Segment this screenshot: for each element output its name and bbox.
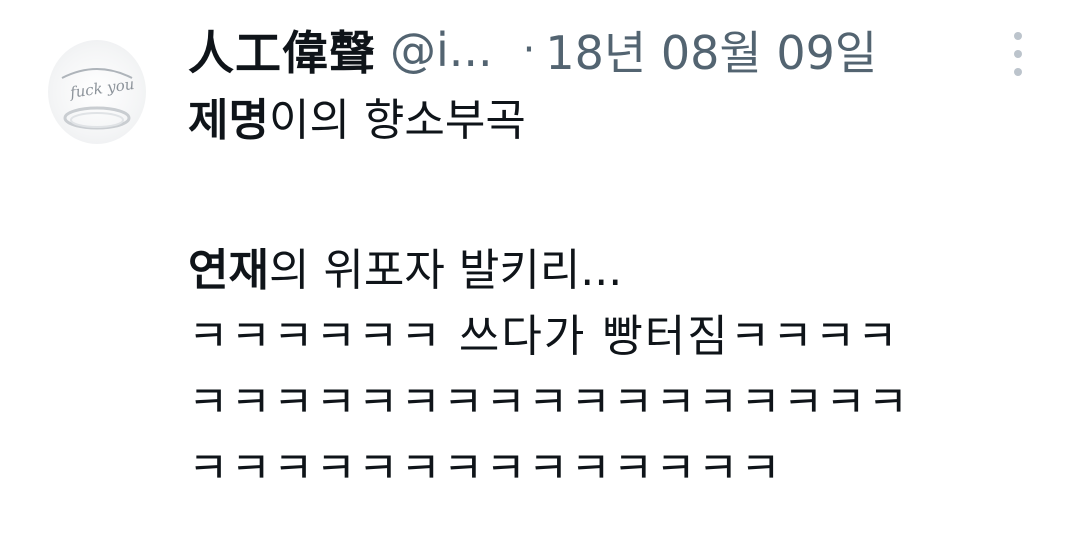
more-options-button[interactable] bbox=[1008, 32, 1028, 76]
more-vertical-icon bbox=[1014, 68, 1022, 76]
tweet-line-text: 이의 향소부곡 bbox=[268, 95, 526, 146]
user-handle[interactable]: @i... bbox=[390, 23, 493, 77]
tweet-header: 人工偉聲 @i... · 18년 08월 09일 bbox=[188, 20, 1018, 80]
tweet-text: 제명이의 향소부곡 연재의 위포자 발키리... ㅋㅋㅋㅋㅋㅋ 쓰다가 빵터짐ㅋ… bbox=[188, 88, 1048, 502]
tweet-bold-text: 연재 bbox=[188, 245, 269, 296]
avatar[interactable]: fuck you bbox=[48, 40, 146, 144]
tweet-line: 연재의 위포자 발키리... bbox=[188, 238, 1048, 304]
tweet-line: ㅋㅋㅋㅋㅋㅋㅋㅋㅋㅋㅋㅋㅋㅋㅋㅋㅋ bbox=[188, 377, 911, 428]
ring-avatar-icon: fuck you bbox=[61, 68, 136, 130]
more-vertical-icon bbox=[1014, 32, 1022, 40]
tweet-line: 제명이의 향소부곡 bbox=[188, 88, 1048, 154]
avatar-script-text: fuck you bbox=[68, 75, 136, 102]
tweet-line: ㅋㅋㅋㅋㅋㅋ 쓰다가 빵터짐ㅋㅋㅋㅋ bbox=[188, 311, 900, 362]
separator-dot: · bbox=[522, 27, 536, 73]
tweet-line: ㅋㅋㅋㅋㅋㅋㅋㅋㅋㅋㅋㅋㅋㅋ bbox=[188, 443, 783, 494]
display-name[interactable]: 人工偉聲 bbox=[188, 17, 376, 83]
tweet-date[interactable]: 18년 08월 09일 bbox=[545, 17, 877, 83]
tweet-line-text: 의 위포자 발키리... bbox=[268, 245, 623, 296]
more-vertical-icon bbox=[1014, 50, 1022, 58]
tweet-bold-text: 제명 bbox=[188, 95, 269, 146]
